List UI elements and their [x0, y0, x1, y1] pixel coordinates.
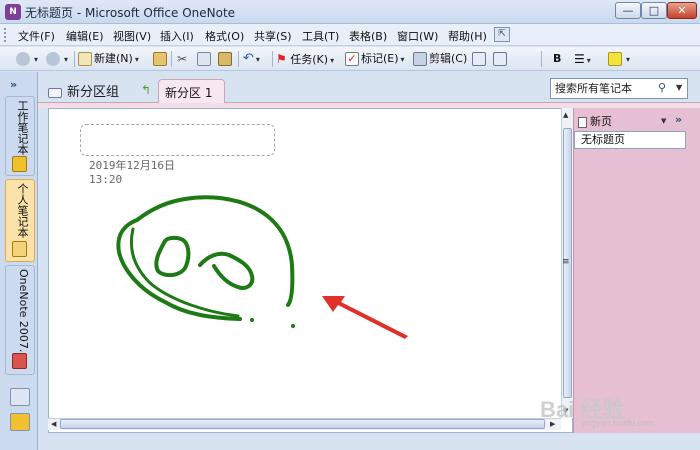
page-tab-untitled[interactable]: 无标题页 — [574, 131, 686, 149]
baidu-watermark: Bai 经验 jingyan.baidu.com — [540, 392, 695, 432]
scroll-left-icon[interactable]: ◀ — [51, 420, 56, 428]
new-page-icon — [578, 116, 587, 128]
page-tabs-panel — [573, 108, 700, 433]
ink-right-eye[interactable] — [198, 251, 255, 290]
new-page-dropdown-icon[interactable]: ▼ — [661, 117, 666, 125]
new-page-button[interactable]: 新页 — [578, 113, 612, 129]
scroll-thumb-grip-icon: ≡ — [562, 257, 570, 267]
collapse-page-tabs-icon[interactable]: » — [675, 113, 682, 126]
scroll-up-icon[interactable]: ▲ — [563, 111, 568, 119]
ink-left-eye[interactable] — [154, 235, 191, 278]
ink-dot[interactable] — [250, 318, 254, 322]
baidu-url: jingyan.baidu.com — [582, 418, 655, 428]
new-page-label: 新页 — [590, 115, 612, 128]
red-arrow-annotation — [322, 296, 408, 339]
ink-dot[interactable] — [291, 324, 295, 328]
horizontal-scroll-thumb[interactable] — [60, 419, 545, 429]
bottom-status-strip — [38, 433, 700, 450]
